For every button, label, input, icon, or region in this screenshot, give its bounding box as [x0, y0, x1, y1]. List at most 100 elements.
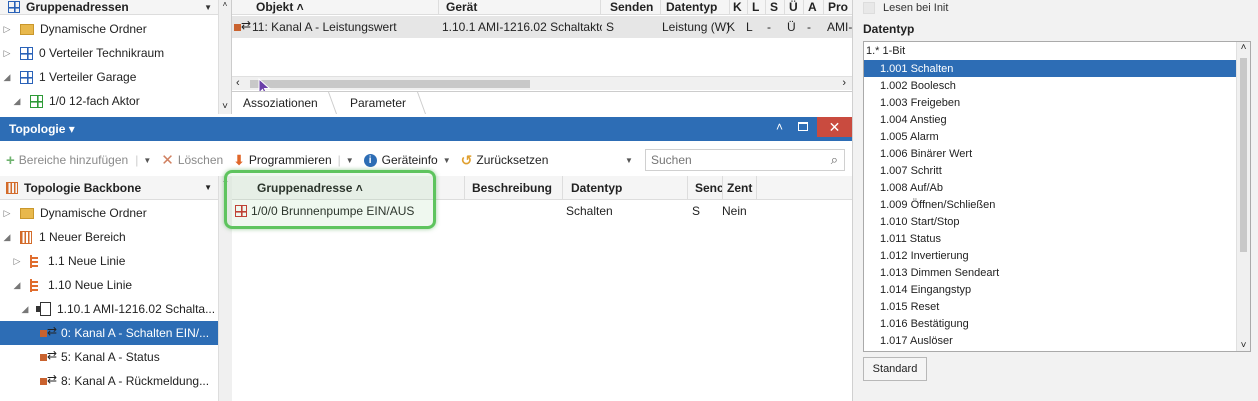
- vertical-scrollbar[interactable]: ˄ ˅: [218, 0, 231, 114]
- datatype-label: Datentyp: [863, 22, 915, 36]
- column-senden[interactable]: Senc: [695, 176, 723, 199]
- cell-send: S: [692, 204, 701, 218]
- scrollbar-thumb[interactable]: [250, 80, 530, 88]
- chevron-down-icon[interactable]: ▼: [204, 183, 212, 192]
- column-a[interactable]: A: [808, 0, 820, 14]
- datatype-list-scrollbar[interactable]: ˄ ˅: [1236, 42, 1250, 351]
- search-icon[interactable]: ⌕: [831, 152, 838, 168]
- datatype-list-item[interactable]: 1.002 Boolesch: [864, 77, 1237, 94]
- tree-item-12fach-aktor[interactable]: ◢ 1/0 12-fach Aktor: [0, 89, 231, 113]
- scroll-left-icon[interactable]: ‹: [236, 77, 240, 89]
- delete-icon: ✕: [161, 152, 174, 169]
- datatype-list-item[interactable]: 1.004 Anstieg: [864, 111, 1237, 128]
- expanded-arrow-icon[interactable]: ◢: [12, 280, 22, 291]
- column-datentyp[interactable]: Datentyp: [571, 176, 661, 199]
- column-ue[interactable]: Ü: [789, 0, 801, 14]
- search-box[interactable]: ⌕: [645, 149, 845, 171]
- column-objekt[interactable]: Objekt ˄: [256, 0, 436, 14]
- column-zentral[interactable]: Zent: [727, 176, 757, 199]
- tree-item-kanal-a-status[interactable]: 5: Kanal A - Status: [0, 345, 232, 369]
- topology-titlebar[interactable]: Topologie ▾ ˄ ✕: [0, 117, 852, 141]
- datatype-list-item[interactable]: 1.015 Reset: [864, 298, 1237, 315]
- maximize-icon[interactable]: [798, 122, 808, 131]
- datatype-list-item[interactable]: 1.006 Binärer Wert: [864, 145, 1237, 162]
- datatype-list-item[interactable]: 1.012 Invertierung: [864, 247, 1237, 264]
- expanded-arrow-icon[interactable]: ◢: [12, 96, 22, 107]
- topology-title[interactable]: Topologie ▾: [9, 122, 75, 136]
- search-input[interactable]: [646, 150, 821, 170]
- collapsed-arrow-icon[interactable]: ▷: [2, 48, 12, 59]
- column-k[interactable]: K: [733, 0, 745, 14]
- datatype-list-item[interactable]: 1.009 Öffnen/Schließen: [864, 196, 1237, 213]
- toolbar-overflow-dropdown-icon[interactable]: ▼: [625, 156, 633, 165]
- scrollbar-thumb[interactable]: [1240, 58, 1247, 252]
- datatype-list-item[interactable]: 1.013 Dimmen Sendeart: [864, 264, 1237, 281]
- column-l[interactable]: L: [752, 0, 764, 14]
- datatype-list-item[interactable]: 1.005 Alarm: [864, 128, 1237, 145]
- group-address-header[interactable]: Gruppenadressen ▼: [0, 0, 218, 15]
- device-info-button[interactable]: i Geräteinfo ▼: [363, 153, 451, 167]
- dropdown-arrow-icon[interactable]: ▼: [443, 156, 451, 165]
- tree-item-label: 1 Verteiler Garage: [39, 70, 137, 84]
- collapsed-arrow-icon[interactable]: ▷: [2, 208, 12, 219]
- tree-item-kanal-a-rueckmeldung[interactable]: 8: Kanal A - Rückmeldung...: [0, 369, 232, 393]
- column-s[interactable]: S: [770, 0, 782, 14]
- expanded-arrow-icon[interactable]: ◢: [20, 304, 30, 315]
- reset-button[interactable]: ↺ Zurücksetzen: [461, 152, 549, 169]
- scroll-up-icon[interactable]: ˄: [219, 0, 231, 9]
- tree-item-kanal-a-schalten[interactable]: 0: Kanal A - Schalten EIN/...: [0, 321, 218, 345]
- scroll-down-icon[interactable]: ˅: [1237, 340, 1250, 351]
- tab-assoziationen[interactable]: Assoziationen: [232, 92, 328, 114]
- group-address-icon: [8, 1, 20, 13]
- expanded-arrow-icon[interactable]: ◢: [2, 232, 12, 243]
- datatype-list-item[interactable]: 1.017 Auslöser: [864, 332, 1237, 349]
- topology-tree-header[interactable]: Topologie Backbone ▼: [0, 176, 218, 200]
- folder-icon: [20, 207, 34, 219]
- scroll-down-icon[interactable]: ˅: [219, 101, 231, 112]
- datatype-list-item[interactable]: 1.008 Auf/Ab: [864, 179, 1237, 196]
- collapse-icon[interactable]: ˄: [776, 120, 783, 134]
- tree-item-line-1-10[interactable]: ◢ 1.10 Neue Linie: [0, 273, 232, 297]
- tree-item-line-1-1[interactable]: ▷ 1.1 Neue Linie: [0, 249, 232, 273]
- datatype-list-item[interactable]: 1.007 Schritt: [864, 162, 1237, 179]
- chevron-down-icon[interactable]: ▼: [204, 3, 212, 12]
- column-beschreibung[interactable]: Beschreibung: [472, 176, 562, 199]
- program-button[interactable]: ⬇ Programmieren | ▼: [233, 152, 353, 169]
- expanded-arrow-icon[interactable]: ◢: [2, 72, 12, 83]
- tree-item-verteiler-garage[interactable]: ◢ 1 Verteiler Garage: [0, 65, 231, 89]
- dropdown-arrow-icon[interactable]: ▼: [143, 156, 151, 165]
- datatype-list[interactable]: 1.* 1-Bit 1.001 Schalten 1.002 Boolesch 1.…: [863, 41, 1251, 352]
- close-button[interactable]: ✕: [817, 117, 852, 137]
- column-datentyp[interactable]: Datentyp: [666, 0, 728, 14]
- collapsed-arrow-icon[interactable]: ▷: [12, 256, 22, 267]
- dropdown-arrow-icon[interactable]: ▼: [346, 156, 354, 165]
- tree-item-area[interactable]: ◢ 1 Neuer Bereich: [0, 225, 232, 249]
- tree-item-device[interactable]: ◢ 1.10.1 AMI-1216.02 Schalta...: [0, 297, 232, 321]
- datatype-list-item[interactable]: 1.014 Eingangstyp: [864, 281, 1237, 298]
- main-group-icon: [20, 70, 33, 84]
- read-init-checkbox[interactable]: [863, 2, 875, 14]
- datatype-list-item[interactable]: 1.011 Status: [864, 230, 1237, 247]
- tree-item-dynamic-folder[interactable]: ▷ Dynamische Ordner: [0, 201, 232, 225]
- column-senden[interactable]: Senden: [610, 0, 662, 14]
- tab-parameter[interactable]: Parameter: [327, 92, 427, 114]
- standard-button[interactable]: Standard: [863, 357, 927, 381]
- datatype-group-header[interactable]: 1.* 1-Bit: [866, 43, 905, 59]
- scroll-right-icon[interactable]: ›: [842, 77, 846, 89]
- add-areas-button[interactable]: + Bereiche hinzufügen | ▼: [6, 152, 151, 169]
- delete-button[interactable]: ✕ Löschen: [161, 151, 223, 169]
- column-prio[interactable]: Pro: [828, 0, 852, 14]
- datatype-list-item[interactable]: 1.001 Schalten: [864, 60, 1237, 77]
- column-geraet[interactable]: Gerät: [446, 0, 596, 14]
- datatype-list-item[interactable]: 1.010 Start/Stop: [864, 213, 1237, 230]
- collapsed-arrow-icon[interactable]: ▷: [2, 24, 12, 35]
- read-init-checkbox-row[interactable]: Lesen bei Init: [863, 0, 948, 16]
- datatype-list-item[interactable]: 1.016 Bestätigung: [864, 315, 1237, 332]
- cell-central: Nein: [722, 204, 747, 218]
- horizontal-scrollbar[interactable]: ‹ ›: [232, 76, 852, 90]
- datatype-list-item[interactable]: 1.003 Freigeben: [864, 94, 1237, 111]
- tree-item-dynamic-folder[interactable]: ▷ Dynamische Ordner: [0, 17, 231, 41]
- tree-item-verteiler-technikraum[interactable]: ▷ 0 Verteiler Technikraum: [0, 41, 231, 65]
- scroll-up-icon[interactable]: ˄: [1237, 42, 1250, 53]
- table-row[interactable]: 11: Kanal A - Leistungswert 1.10.1 AMI-1…: [232, 16, 852, 38]
